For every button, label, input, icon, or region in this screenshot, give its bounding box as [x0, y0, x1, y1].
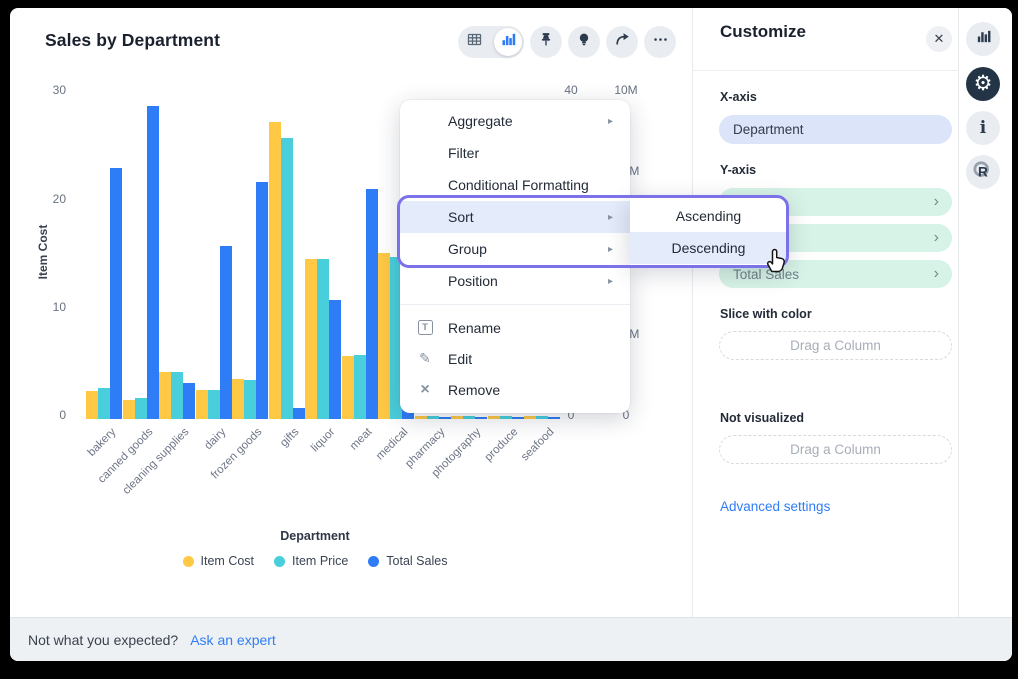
legend-label: Item Price	[292, 554, 348, 568]
slice-with-color-label: Slice with color	[720, 307, 812, 321]
remove-icon: ×	[416, 381, 434, 399]
customize-panel: Customize ✕ X-axis Department Y-axis › › T…	[692, 8, 958, 617]
footer-question: Not what you expected?	[28, 632, 178, 648]
menu-item-remove[interactable]: × Remove	[400, 374, 630, 405]
rail-r-console-button[interactable]: R	[966, 155, 1000, 189]
edit-icon: ✎	[416, 350, 434, 367]
menu-item-sort[interactable]: Sort ▸	[400, 201, 630, 233]
menu-item-position[interactable]: Position ▸	[400, 265, 630, 297]
x-axis-section-label: X-axis	[720, 90, 757, 104]
x-axis-title: Department	[115, 529, 515, 543]
menu-item-label: Conditional Formatting	[448, 177, 589, 193]
r-logo-icon: R	[972, 160, 994, 185]
submenu-arrow-icon: ▸	[608, 116, 613, 127]
menu-item-group[interactable]: Group ▸	[400, 233, 630, 265]
submenu-item-label: Descending	[672, 240, 746, 256]
panel-divider	[693, 70, 959, 71]
legend-label: Total Sales	[386, 554, 447, 568]
menu-item-label: Filter	[448, 145, 479, 161]
rail-info-button[interactable]: i	[966, 111, 1000, 145]
menu-item-label: Aggregate	[448, 113, 513, 129]
chevron-right-icon: ›	[934, 266, 939, 282]
close-icon[interactable]: ✕	[926, 26, 952, 52]
menu-item-aggregate[interactable]: Aggregate ▸	[400, 105, 630, 137]
menu-item-label: Edit	[448, 351, 472, 367]
menu-item-label: Sort	[448, 209, 474, 225]
not-visualized-label: Not visualized	[720, 411, 804, 425]
context-menu: Aggregate ▸ Filter Conditional Formatting So…	[400, 100, 630, 413]
legend-dot	[274, 556, 285, 567]
chevron-right-icon: ›	[934, 230, 939, 246]
submenu-arrow-icon: ▸	[608, 212, 613, 223]
submenu-item-ascending[interactable]: Ascending	[630, 200, 787, 232]
menu-item-label: Position	[448, 273, 498, 289]
x-axis-pill-department[interactable]: Department	[719, 115, 952, 144]
submenu-arrow-icon: ▸	[608, 276, 613, 287]
advanced-settings-link[interactable]: Advanced settings	[720, 499, 830, 514]
legend-dot	[183, 556, 194, 567]
y-pill-label: Total Sales	[733, 267, 799, 282]
rename-icon: T	[416, 320, 434, 335]
legend-item-total-sales: Total Sales	[368, 554, 447, 568]
legend-label: Item Cost	[201, 554, 255, 568]
app-window: Sales by Department 3020100 403020100 10…	[10, 8, 1012, 661]
ask-an-expert-link[interactable]: Ask an expert	[190, 632, 276, 648]
rail-chart-icon	[975, 28, 992, 50]
sort-submenu: Ascending Descending	[630, 196, 787, 266]
menu-item-rename[interactable]: T Rename	[400, 312, 630, 343]
menu-item-filter[interactable]: Filter	[400, 137, 630, 169]
rail-settings-button[interactable]: ⚙	[966, 67, 1000, 101]
menu-item-edit[interactable]: ✎ Edit	[400, 343, 630, 374]
icon-rail: ⚙ i R	[958, 8, 1012, 617]
legend-dot	[368, 556, 379, 567]
legend-item-item-cost: Item Cost	[183, 554, 255, 568]
chart-legend: Item Cost Item Price Total Sales	[115, 554, 515, 568]
menu-item-conditional-formatting[interactable]: Conditional Formatting	[400, 169, 630, 201]
svg-text:R: R	[978, 164, 988, 179]
y-axis-section-label: Y-axis	[720, 163, 756, 177]
menu-divider	[400, 304, 630, 305]
not-visualized-drop-zone[interactable]: Drag a Column	[719, 435, 952, 464]
submenu-arrow-icon: ▸	[608, 244, 613, 255]
rail-visualization-button[interactable]	[966, 22, 1000, 56]
customize-panel-title: Customize	[720, 22, 806, 42]
menu-item-label: Rename	[448, 320, 501, 336]
legend-item-item-price: Item Price	[274, 554, 348, 568]
footer-bar: Not what you expected? Ask an expert	[10, 617, 1012, 661]
chevron-right-icon: ›	[934, 194, 939, 210]
slice-drop-zone[interactable]: Drag a Column	[719, 331, 952, 360]
gear-icon: ⚙	[974, 73, 993, 95]
info-icon: i	[980, 118, 986, 138]
menu-item-label: Group	[448, 241, 487, 257]
submenu-item-label: Ascending	[676, 208, 741, 224]
menu-item-label: Remove	[448, 382, 500, 398]
submenu-item-descending[interactable]: Descending	[630, 232, 787, 264]
